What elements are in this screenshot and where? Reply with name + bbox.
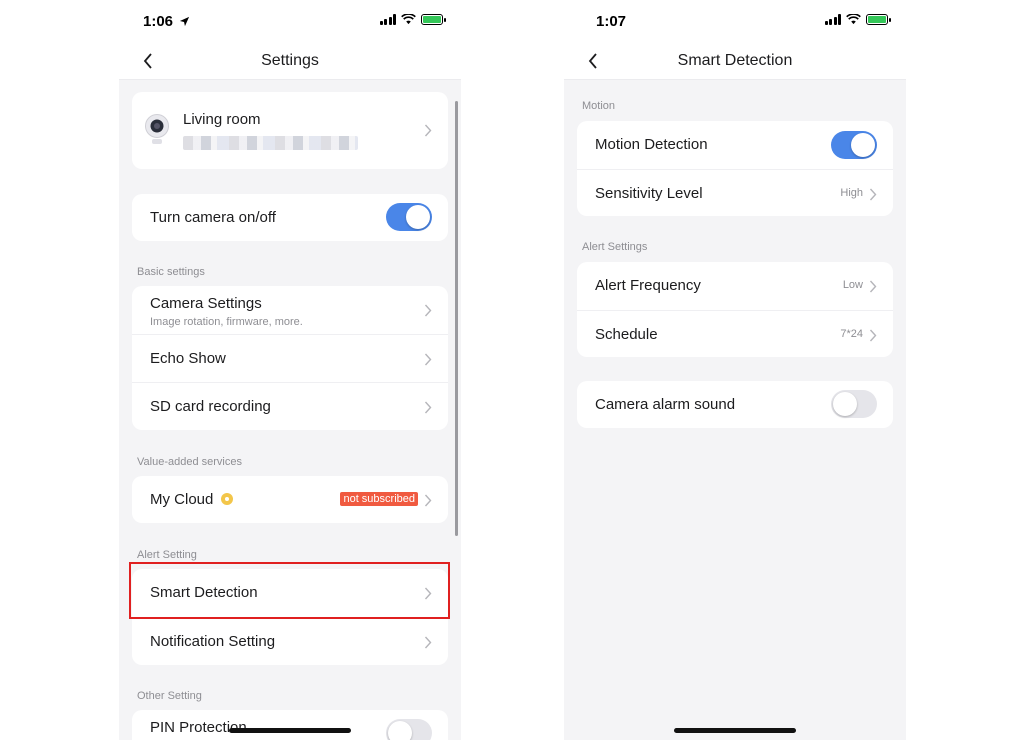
motion-detection-toggle[interactable] [831,131,877,159]
smart-detection-screen: 1:07 Smart Detection Motion Motion Detec… [564,0,906,740]
my-cloud-row[interactable]: My Cloud not subscribed [132,476,448,523]
camera-power-label: Turn camera on/off [150,209,276,226]
chevron-right-icon [869,188,877,201]
sd-card-recording-label: SD card recording [150,398,271,415]
status-bar: 1:06 [119,0,461,44]
echo-show-row[interactable]: Echo Show [132,334,448,382]
location-arrow-icon [180,16,190,27]
page-title: Settings [261,52,319,69]
motion-heading: Motion [582,100,616,112]
other-setting-card: PIN Protection [132,710,448,740]
echo-show-label: Echo Show [150,350,226,367]
nav-bar: Settings [119,44,461,80]
sensitivity-level-row[interactable]: Sensitivity Level High [577,169,893,216]
home-indicator [229,728,351,733]
my-cloud-label-wrap: My Cloud [150,491,234,508]
status-time: 1:07 [596,13,627,30]
camera-power-card: Turn camera on/off [132,194,448,241]
notification-setting-label: Notification Setting [150,633,276,650]
motion-detection-row: Motion Detection [577,121,893,169]
page-title: Smart Detection [677,52,793,69]
nav-bar: Smart Detection [564,44,906,80]
motion-card: Motion Detection Sensitivity Level High [577,121,893,216]
schedule-label: Schedule [595,326,658,343]
sensitivity-level-value: High [840,187,863,199]
sd-card-recording-row[interactable]: SD card recording [132,382,448,430]
camera-settings-label: Camera Settings [150,295,262,312]
alert-setting-heading: Alert Setting [137,549,197,561]
chevron-right-icon [424,353,432,366]
status-time: 1:06 [143,13,190,30]
settings-screen: 1:06 Settings Living room Turn camera on… [119,0,461,740]
basic-settings-heading: Basic settings [137,266,205,278]
chevron-right-icon [424,401,432,414]
cloud-coin-icon [221,493,234,505]
alarm-sound-toggle[interactable] [831,390,877,418]
chevron-right-icon [869,280,877,293]
chevron-right-icon [424,124,432,137]
camera-power-toggle[interactable] [386,203,432,231]
device-card[interactable]: Living room [132,92,448,169]
camera-device-icon [145,114,169,144]
pin-protection-row: PIN Protection [132,710,448,740]
camera-power-row: Turn camera on/off [132,194,448,241]
wifi-icon [401,14,416,25]
chevron-right-icon [424,494,432,507]
scrollbar[interactable] [455,101,458,536]
alert-settings-card: Alert Frequency Low Schedule 7*24 [577,262,893,357]
device-id-blurred [183,136,358,150]
alert-settings-heading: Alert Settings [582,241,648,253]
chevron-right-icon [869,329,877,342]
wifi-icon [846,14,861,25]
camera-settings-subtitle: Image rotation, firmware, more. [150,316,303,328]
chevron-right-icon [424,304,432,317]
pin-protection-toggle[interactable] [386,719,432,740]
alarm-sound-row: Camera alarm sound [577,381,893,428]
schedule-row[interactable]: Schedule 7*24 [577,310,893,357]
alert-frequency-label: Alert Frequency [595,277,701,294]
highlight-box [129,562,450,619]
status-bar: 1:07 [564,0,906,44]
status-icons [824,14,891,25]
signal-icon [379,14,396,25]
battery-icon [866,14,891,25]
camera-settings-row[interactable]: Camera Settings Image rotation, firmware… [132,286,448,334]
basic-settings-card: Camera Settings Image rotation, firmware… [132,286,448,430]
sensitivity-level-label: Sensitivity Level [595,185,703,202]
chevron-right-icon [424,636,432,649]
value-added-card: My Cloud not subscribed [132,476,448,523]
alert-frequency-value: Low [842,279,863,291]
device-name: Living room [183,111,261,128]
value-added-heading: Value-added services [137,456,242,468]
subscription-badge: not subscribed [340,492,418,506]
my-cloud-label: My Cloud [150,491,214,508]
other-setting-heading: Other Setting [137,690,202,702]
alert-frequency-row[interactable]: Alert Frequency Low [577,262,893,310]
alarm-sound-card: Camera alarm sound [577,381,893,428]
schedule-value: 7*24 [840,328,863,340]
signal-icon [824,14,841,25]
motion-detection-label: Motion Detection [595,136,708,153]
home-indicator [674,728,796,733]
notification-setting-row[interactable]: Notification Setting [132,617,448,665]
battery-icon [421,14,446,25]
alarm-sound-label: Camera alarm sound [595,396,736,413]
status-icons [379,14,446,25]
